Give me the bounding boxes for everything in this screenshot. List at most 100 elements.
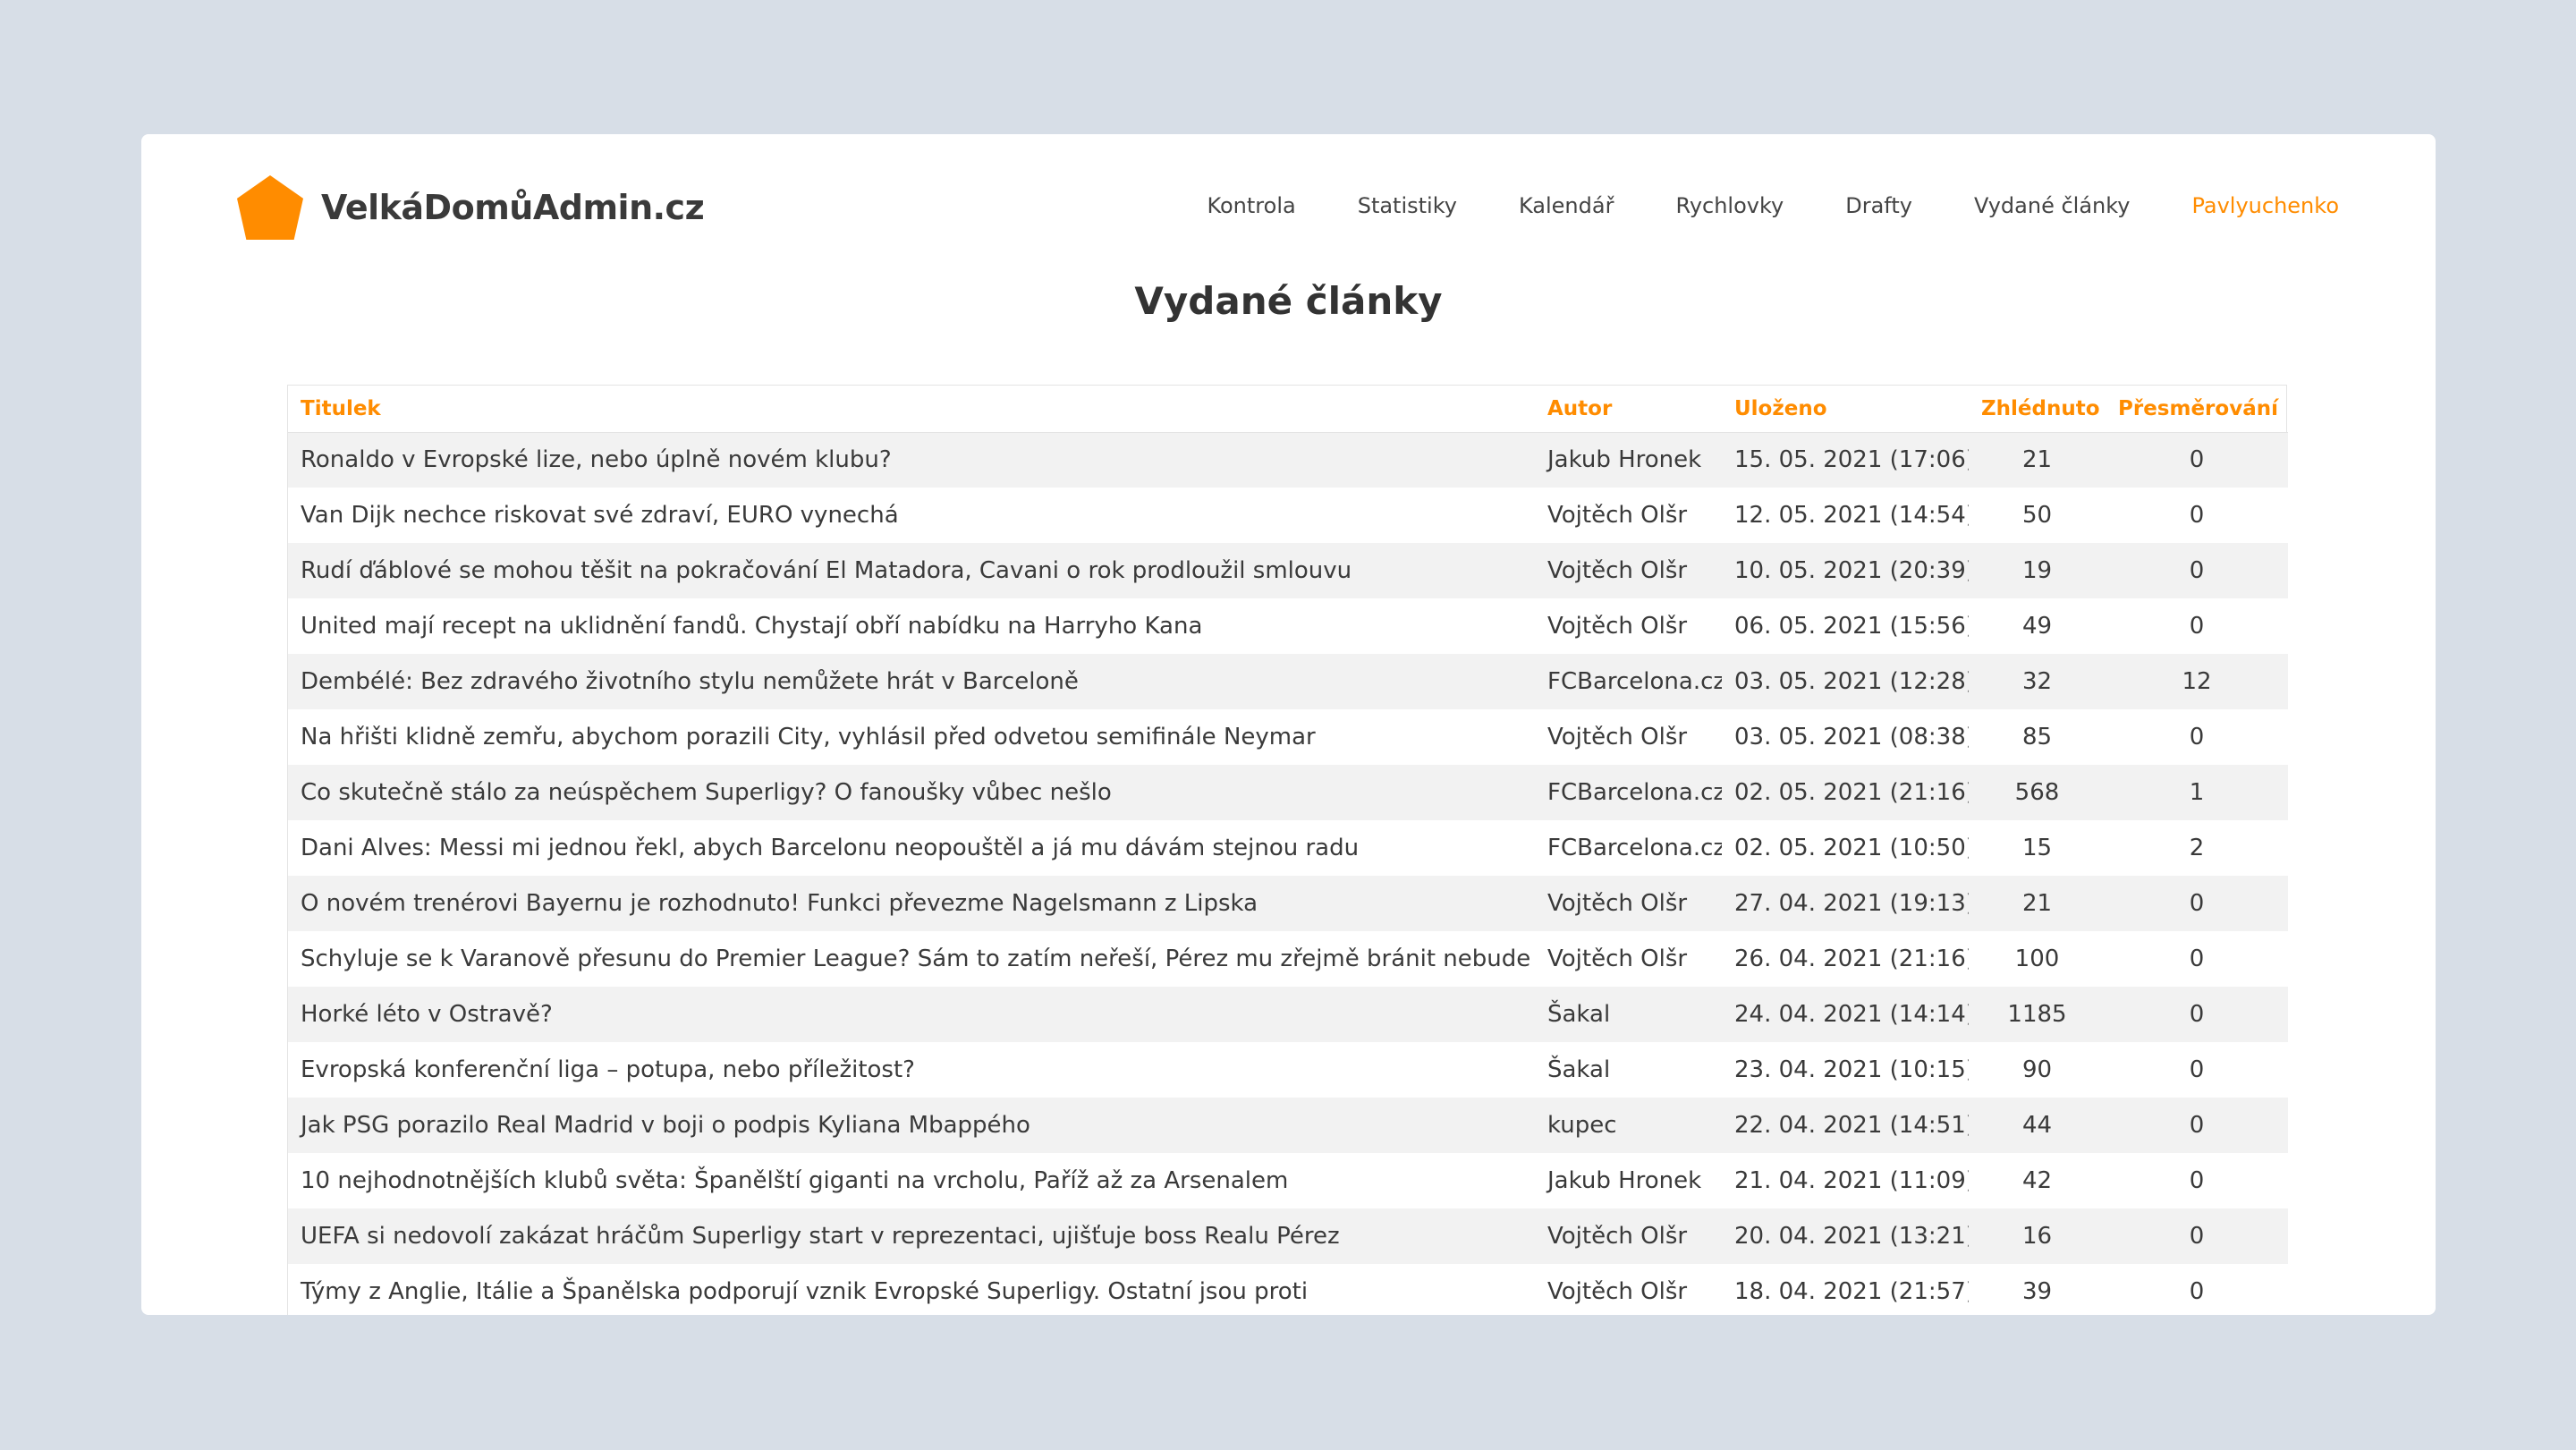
table-row[interactable]: Van Dijk nechce riskovat své zdraví, EUR… <box>288 488 2288 543</box>
column-header-views[interactable]: Zhlédnuto <box>1969 386 2106 433</box>
cell-title[interactable]: United mají recept na uklidnění fandů. C… <box>288 598 1535 654</box>
table-row[interactable]: Týmy z Anglie, Itálie a Španělska podpor… <box>288 1264 2288 1315</box>
cell-views: 49 <box>2021 613 2053 640</box>
table-row[interactable]: UEFA si nedovolí zakázat hráčům Superlig… <box>288 1208 2288 1264</box>
logo[interactable]: VelkáDomůAdmin.cz <box>237 175 705 240</box>
table-row[interactable]: United mají recept na uklidnění fandů. C… <box>288 598 2288 654</box>
cell-title[interactable]: Schyluje se k Varanově přesunu do Premie… <box>288 931 1535 987</box>
cell-author: FCBarcelona.cz <box>1547 668 1722 695</box>
cell-author: FCBarcelona.cz <box>1547 779 1722 806</box>
site-name: VelkáDomůAdmin.cz <box>321 188 705 227</box>
cell-redirects: 0 <box>2189 1278 2205 1305</box>
cell-title[interactable]: Van Dijk nechce riskovat své zdraví, EUR… <box>288 488 1535 543</box>
cell-title[interactable]: Horké léto v Ostravě? <box>288 987 1535 1042</box>
table-row[interactable]: Na hřišti klidně zemřu, abychom porazili… <box>288 709 2288 765</box>
pentagon-logo-icon <box>237 175 303 240</box>
cell-title[interactable]: Jak PSG porazilo Real Madrid v boji o po… <box>288 1098 1535 1153</box>
cell-author: Jakub Hronek <box>1547 1167 1702 1194</box>
cell-title[interactable]: Dani Alves: Messi mi jednou řekl, abych … <box>288 820 1535 876</box>
table-body: Ronaldo v Evropské lize, nebo úplně nové… <box>288 432 2288 1315</box>
cell-author: Vojtěch Olšr <box>1547 890 1688 917</box>
cell-saved: 06. 05. 2021 (15:56) <box>1734 613 1969 640</box>
cell-saved: 18. 04. 2021 (21:57) <box>1734 1278 1969 1305</box>
table-row[interactable]: Dani Alves: Messi mi jednou řekl, abych … <box>288 820 2288 876</box>
cell-title[interactable]: Týmy z Anglie, Itálie a Španělska podpor… <box>288 1264 1535 1315</box>
cell-title[interactable]: Dembélé: Bez zdravého životního stylu ne… <box>288 654 1535 709</box>
cell-views: 16 <box>2021 1223 2053 1250</box>
column-header-title[interactable]: Titulek <box>288 386 1535 433</box>
cell-views: 39 <box>2021 1278 2053 1305</box>
nav-item-statistiky[interactable]: Statistiky <box>1358 193 1457 218</box>
cell-author: Jakub Hronek <box>1547 446 1702 474</box>
cell-saved: 03. 05. 2021 (12:28) <box>1734 668 1969 695</box>
cell-title[interactable]: Rudí ďáblové se mohou těšit na pokračová… <box>288 543 1535 598</box>
column-header-author[interactable]: Autor <box>1535 386 1722 433</box>
cell-views: 568 <box>2014 779 2060 806</box>
cell-title[interactable]: O novém trenérovi Bayernu je rozhodnuto!… <box>288 876 1535 931</box>
cell-saved: 03. 05. 2021 (08:38) <box>1734 724 1969 750</box>
cell-author: Vojtěch Olšr <box>1547 557 1688 584</box>
table-row[interactable]: O novém trenérovi Bayernu je rozhodnuto!… <box>288 876 2288 931</box>
cell-saved: 02. 05. 2021 (21:16) <box>1734 779 1969 806</box>
cell-author: Vojtěch Olšr <box>1547 945 1688 972</box>
cell-redirects: 0 <box>2189 1112 2205 1139</box>
cell-author: Šakal <box>1547 1001 1611 1028</box>
cell-author: FCBarcelona.cz <box>1547 835 1722 861</box>
cell-views: 32 <box>2021 668 2053 695</box>
nav-item-kalendar[interactable]: Kalendář <box>1519 193 1614 218</box>
nav-item-drafty[interactable]: Drafty <box>1845 193 1912 218</box>
cell-title[interactable]: Ronaldo v Evropské lize, nebo úplně nové… <box>288 432 1535 488</box>
cell-redirects: 0 <box>2189 1223 2205 1250</box>
table-row[interactable]: Co skutečně stálo za neúspěchem Superlig… <box>288 765 2288 820</box>
cell-author: Vojtěch Olšr <box>1547 502 1688 529</box>
cell-views: 15 <box>2021 835 2053 861</box>
column-header-saved[interactable]: Uloženo <box>1722 386 1969 433</box>
cell-title[interactable]: 10 nejhodnotnějších klubů světa: Španělš… <box>288 1153 1535 1208</box>
table-row[interactable]: Ronaldo v Evropské lize, nebo úplně nové… <box>288 432 2288 488</box>
cell-views: 42 <box>2021 1167 2053 1194</box>
table-row[interactable]: 10 nejhodnotnějších klubů světa: Španělš… <box>288 1153 2288 1208</box>
cell-views: 21 <box>2021 890 2053 917</box>
cell-saved: 15. 05. 2021 (17:06) <box>1734 446 1969 474</box>
cell-redirects: 0 <box>2189 446 2205 474</box>
cell-views: 21 <box>2021 446 2053 474</box>
table-row[interactable]: Rudí ďáblové se mohou těšit na pokračová… <box>288 543 2288 598</box>
nav-item-rychlovky[interactable]: Rychlovky <box>1675 193 1784 218</box>
cell-title[interactable]: Evropská konferenční liga – potupa, nebo… <box>288 1042 1535 1098</box>
cell-author: kupec <box>1547 1112 1617 1139</box>
cell-redirects: 0 <box>2189 557 2205 584</box>
cell-saved: 10. 05. 2021 (20:39) <box>1734 557 1969 584</box>
column-header-redirects[interactable]: Přesměrování <box>2106 386 2288 433</box>
cell-title[interactable]: UEFA si nedovolí zakázat hráčům Superlig… <box>288 1208 1535 1264</box>
cell-redirects: 0 <box>2189 890 2205 917</box>
cell-saved: 23. 04. 2021 (10:15) <box>1734 1056 1969 1083</box>
cell-redirects: 0 <box>2189 502 2205 529</box>
cell-redirects: 0 <box>2189 724 2205 750</box>
nav-user-link[interactable]: Pavlyuchenko <box>2192 193 2340 218</box>
cell-views: 100 <box>2014 945 2060 972</box>
nav-item-kontrola[interactable]: Kontrola <box>1207 193 1295 218</box>
cell-saved: 21. 04. 2021 (11:09) <box>1734 1167 1969 1194</box>
cell-saved: 22. 04. 2021 (14:51) <box>1734 1112 1969 1139</box>
table-header-row: Titulek Autor Uloženo Zhlédnuto Přesměro… <box>288 386 2288 433</box>
table-row[interactable]: Evropská konferenční liga – potupa, nebo… <box>288 1042 2288 1098</box>
cell-title[interactable]: Co skutečně stálo za neúspěchem Superlig… <box>288 765 1535 820</box>
cell-title[interactable]: Na hřišti klidně zemřu, abychom porazili… <box>288 709 1535 765</box>
nav-item-vydane-clanky[interactable]: Vydané články <box>1974 193 2131 218</box>
cell-redirects: 12 <box>2182 668 2212 695</box>
table-row[interactable]: Jak PSG porazilo Real Madrid v boji o po… <box>288 1098 2288 1153</box>
cell-author: Vojtěch Olšr <box>1547 1223 1688 1250</box>
cell-views: 44 <box>2021 1112 2053 1139</box>
cell-redirects: 1 <box>2189 779 2205 806</box>
table-row[interactable]: Horké léto v Ostravě? Šakal 24. 04. 2021 (… <box>288 987 2288 1042</box>
table-row[interactable]: Schyluje se k Varanově přesunu do Premie… <box>288 931 2288 987</box>
cell-redirects: 0 <box>2189 613 2205 640</box>
cell-author: Vojtěch Olšr <box>1547 613 1688 640</box>
cell-saved: 02. 05. 2021 (10:50) <box>1734 835 1969 861</box>
cell-redirects: 0 <box>2189 1167 2205 1194</box>
cell-redirects: 0 <box>2189 1056 2205 1083</box>
cell-views: 19 <box>2021 557 2053 584</box>
table-row[interactable]: Dembélé: Bez zdravého životního stylu ne… <box>288 654 2288 709</box>
cell-views: 85 <box>2021 724 2053 750</box>
main-nav: Kontrola Statistiky Kalendář Rychlovky D… <box>1145 193 2339 218</box>
